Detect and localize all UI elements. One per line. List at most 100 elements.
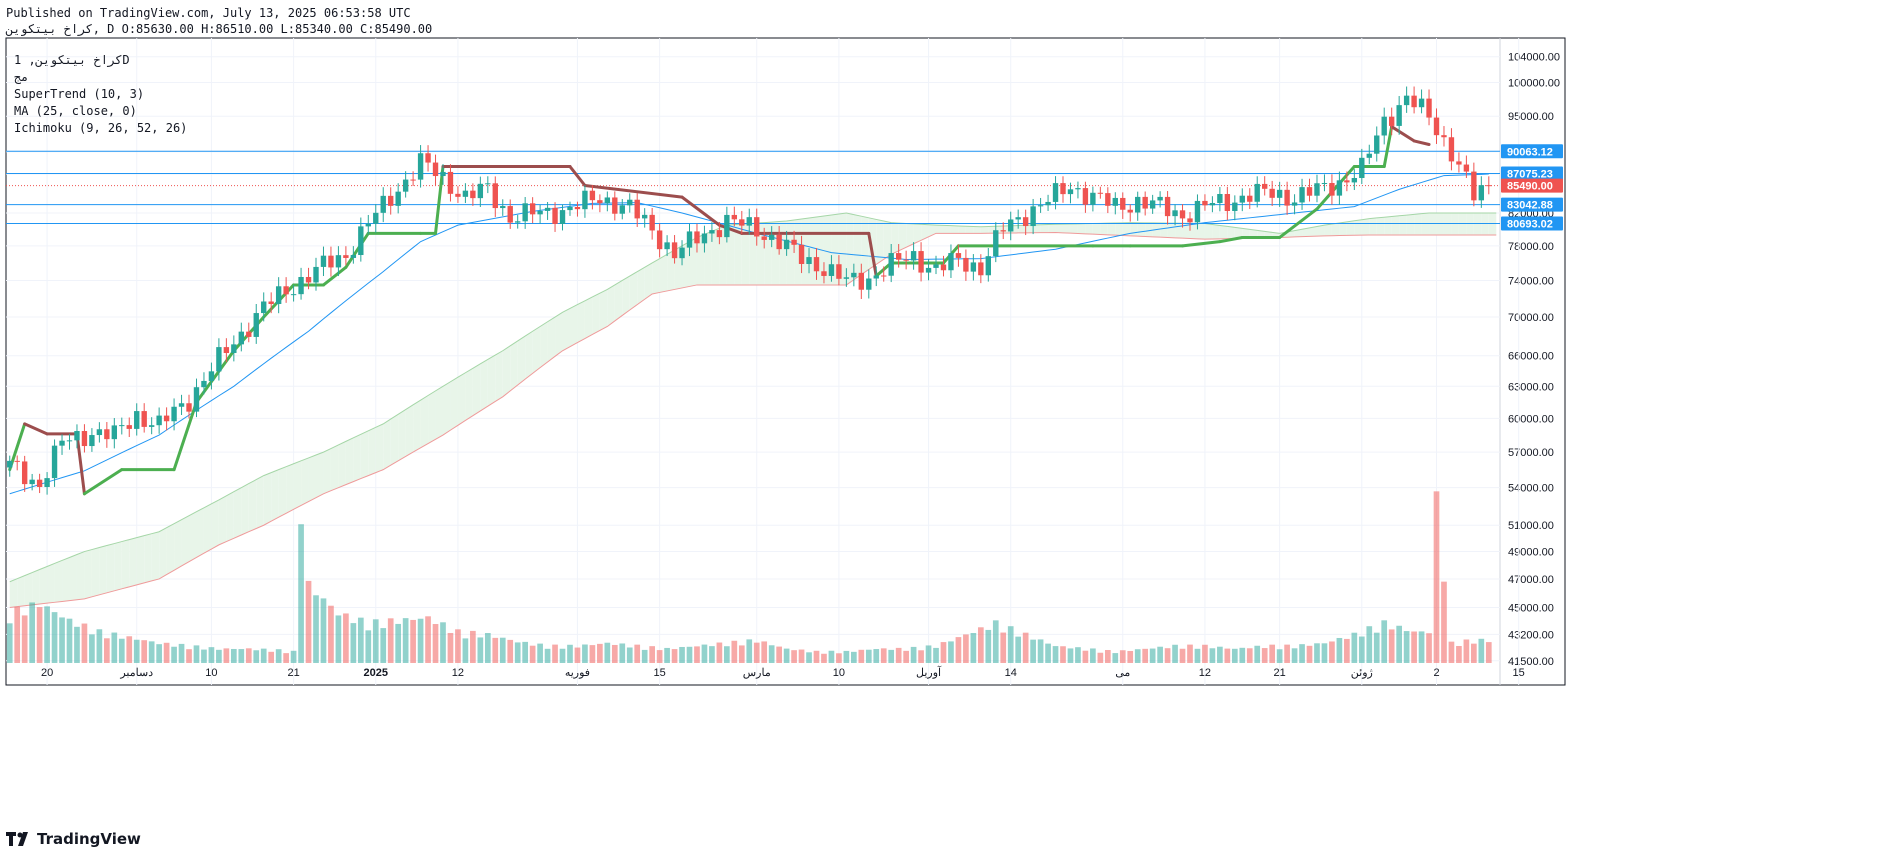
volume-bar bbox=[649, 646, 655, 663]
volume-bar bbox=[1037, 639, 1044, 663]
candle-body bbox=[1000, 230, 1006, 232]
legend-symbol[interactable]: كراخ بيتكوين, 1D bbox=[14, 52, 187, 69]
volume-bar bbox=[694, 646, 700, 663]
ichimoku-cloud-segment bbox=[584, 296, 593, 339]
candle-body bbox=[970, 262, 977, 272]
volume-bar bbox=[1097, 652, 1104, 663]
supertrend-segment bbox=[680, 195, 721, 227]
volume-bar bbox=[746, 639, 753, 663]
supertrend-segment bbox=[23, 422, 49, 436]
candle-body bbox=[365, 223, 371, 227]
volume-bar bbox=[253, 650, 260, 663]
ichimoku-cloud-segment bbox=[1414, 213, 1422, 235]
volume-bar bbox=[305, 580, 312, 663]
candle-body bbox=[1142, 196, 1148, 209]
ichimoku-cloud-segment bbox=[316, 452, 324, 498]
candle-body bbox=[522, 203, 528, 222]
volume-bar bbox=[873, 649, 880, 663]
volume-bar bbox=[1329, 641, 1335, 663]
volume-bar bbox=[925, 645, 932, 663]
candle-body bbox=[268, 301, 274, 304]
ichimoku-cloud-segment bbox=[786, 220, 795, 285]
volume-bar bbox=[611, 644, 618, 663]
candle-body bbox=[455, 193, 461, 197]
volume-bar bbox=[761, 641, 768, 663]
candle-body bbox=[373, 212, 379, 224]
candle-body bbox=[1082, 188, 1089, 205]
volume-bar bbox=[201, 649, 207, 663]
candle-body bbox=[1187, 218, 1193, 223]
legend-indicator-ma[interactable]: MA (25, close, 0) bbox=[14, 103, 187, 120]
ichimoku-cloud-segment bbox=[1130, 222, 1138, 237]
candle-body bbox=[1314, 183, 1320, 196]
ichimoku-cloud-segment bbox=[562, 308, 570, 351]
ichimoku-cloud-segment bbox=[472, 363, 481, 416]
candle-body bbox=[425, 153, 431, 163]
candle-body bbox=[582, 190, 588, 210]
candle-body bbox=[231, 344, 237, 354]
candle-body bbox=[641, 214, 648, 219]
candle-body bbox=[432, 162, 439, 177]
ichimoku-cloud-segment bbox=[360, 430, 369, 479]
ichimoku-cloud-segment bbox=[159, 527, 167, 579]
y-tick-label: 45000.00 bbox=[1508, 603, 1554, 615]
volume-bar bbox=[1351, 632, 1358, 663]
candle-body bbox=[492, 183, 498, 209]
ichimoku-cloud-segment bbox=[76, 551, 85, 600]
volume-bar bbox=[1426, 633, 1432, 663]
ichimoku-cloud-segment bbox=[1040, 224, 1049, 233]
ichimoku-cloud-segment bbox=[502, 345, 511, 397]
volume-bar bbox=[597, 643, 603, 663]
ichimoku-cloud-segment bbox=[1361, 218, 1370, 236]
volume-bar bbox=[118, 638, 125, 663]
x-tick-label: 21 bbox=[287, 667, 299, 679]
candle-body bbox=[664, 242, 670, 250]
ichimoku-cloud-segment bbox=[47, 563, 55, 604]
volume-bar bbox=[395, 623, 402, 663]
y-tick-label: 60000.00 bbox=[1508, 413, 1554, 425]
volume-bar bbox=[1104, 650, 1111, 663]
ichimoku-cloud-segment bbox=[973, 226, 981, 234]
legend-indicator-supertrend[interactable]: SuperTrend (10, 3) bbox=[14, 86, 187, 103]
chart-frame bbox=[5, 37, 1566, 686]
volume-bar bbox=[851, 651, 857, 663]
volume-bar bbox=[1209, 648, 1216, 663]
ichimoku-cloud-segment bbox=[450, 377, 458, 431]
candle-body bbox=[761, 236, 767, 240]
candle-body bbox=[589, 190, 596, 201]
ichimoku-cloud-segment bbox=[487, 355, 496, 407]
ichimoku-cloud-segment bbox=[853, 214, 862, 280]
volume-bar bbox=[679, 646, 685, 663]
volume-bar bbox=[1403, 631, 1410, 663]
candle-body bbox=[89, 435, 95, 447]
candle-body bbox=[1426, 98, 1432, 118]
candle-body bbox=[686, 231, 693, 248]
price-line-label: 80693.02 bbox=[1507, 219, 1553, 231]
volume-bar bbox=[910, 646, 917, 663]
candle-body bbox=[1090, 192, 1096, 205]
supertrend-segment bbox=[172, 400, 198, 472]
candle-body bbox=[754, 217, 760, 237]
candle-body bbox=[813, 257, 820, 272]
candle-body bbox=[627, 199, 633, 206]
candle-body bbox=[978, 262, 984, 276]
candle-body bbox=[1276, 189, 1283, 198]
ichimoku-cloud-segment bbox=[1212, 224, 1220, 239]
x-tick-label: ژوئن bbox=[1351, 667, 1373, 679]
supertrend-segment bbox=[1412, 139, 1431, 147]
x-tick-label: 10 bbox=[205, 667, 217, 679]
candle-body bbox=[1456, 161, 1462, 165]
volume-bar bbox=[1075, 647, 1081, 663]
volume-bar bbox=[81, 623, 88, 663]
volume-bar bbox=[44, 606, 50, 663]
volume-bar bbox=[89, 634, 95, 663]
volume-bar bbox=[193, 645, 200, 663]
ichimoku-cloud-segment bbox=[906, 223, 914, 248]
legend-indicator-ichimoku[interactable]: Ichimoku (9, 26, 52, 26) bbox=[14, 120, 187, 137]
volume-bar bbox=[1119, 650, 1126, 663]
volume-bar bbox=[1344, 638, 1350, 663]
ichimoku-cloud-segment bbox=[809, 217, 817, 285]
price-chart[interactable]: 104000.00100000.0095000.0090000.0087000.… bbox=[0, 0, 1878, 858]
x-tick-label: 10 bbox=[833, 667, 845, 679]
ichimoku-cloud-segment bbox=[91, 547, 100, 597]
